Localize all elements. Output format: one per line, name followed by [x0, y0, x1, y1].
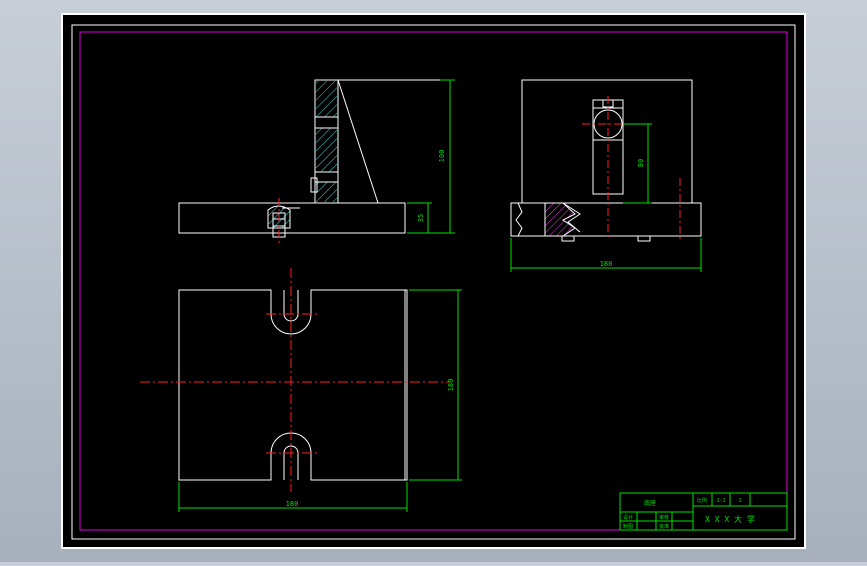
dim-front-height: 100 — [438, 150, 446, 163]
title-checker-label: 审核 — [659, 514, 669, 521]
upright-hatch-mid — [316, 128, 337, 172]
upright-hatch-top — [316, 81, 337, 117]
dim-front-base: 35 — [417, 214, 425, 222]
title-sheet-value: 1 — [738, 498, 741, 504]
dim-side-width: 180 — [600, 260, 613, 268]
title-part-name: 底座 — [644, 499, 656, 507]
drawing-sheet — [61, 13, 806, 549]
dim-side-slot: 80 — [637, 159, 645, 167]
title-drawer-label: 制图 — [623, 523, 633, 530]
title-designer-label: 设计 — [623, 514, 633, 521]
dim-top-width: 180 — [286, 500, 299, 508]
title-school: X X X 大 学 — [705, 514, 755, 524]
title-scale-label: 比例 — [697, 497, 707, 504]
title-scale-value: 1:1 — [716, 498, 725, 504]
dim-top-depth: 180 — [447, 379, 455, 392]
upright-hatch-low — [316, 182, 337, 202]
cad-viewport[interactable]: 100 35 180 80 180 180 底座 比例 1:1 1 设计 审核 … — [0, 0, 867, 562]
drawing-canvas: 100 35 180 80 180 180 底座 比例 1:1 1 设计 审核 … — [61, 13, 806, 549]
title-approver-label: 批准 — [659, 523, 669, 530]
